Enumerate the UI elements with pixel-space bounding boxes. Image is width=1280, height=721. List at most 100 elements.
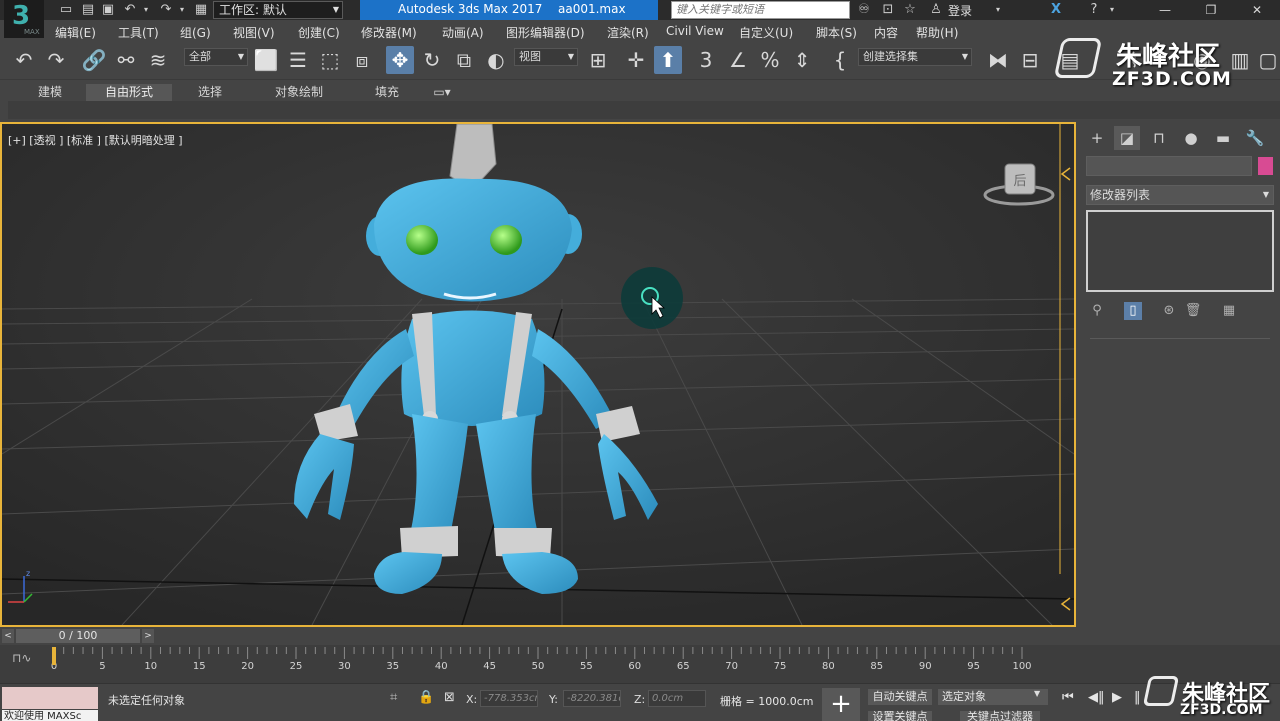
- selection-filter-dropdown[interactable]: 全部 ▼: [184, 48, 248, 66]
- redo-dropdown-icon[interactable]: ▾: [174, 2, 190, 18]
- viewport-label[interactable]: [+] [透视 ] [标准 ] [默认明暗处理 ]: [8, 132, 183, 148]
- next-frame-icon[interactable]: ‖: [1134, 690, 1141, 705]
- link-icon[interactable]: 🔗: [80, 46, 108, 74]
- modifier-list-dropdown[interactable]: 修改器列表 ▼: [1086, 185, 1274, 205]
- align-icon[interactable]: ⊟: [1016, 46, 1044, 74]
- menu-content[interactable]: 内容: [874, 24, 898, 41]
- create-tab-icon[interactable]: +: [1084, 126, 1110, 150]
- mirror-icon[interactable]: ⧓: [984, 46, 1012, 74]
- undo-icon[interactable]: ↶: [122, 2, 138, 18]
- render-frame-icon[interactable]: ▢: [1254, 46, 1280, 74]
- menu-create[interactable]: 创建(C): [298, 24, 340, 41]
- menu-edit[interactable]: 编辑(E): [55, 24, 96, 41]
- undo-icon[interactable]: ↶: [10, 46, 38, 74]
- exchange-icon[interactable]: X: [1048, 2, 1064, 18]
- app-logo[interactable]: 3 MAX: [4, 0, 44, 38]
- select-move-icon[interactable]: ✥: [386, 46, 414, 74]
- binoculars-icon[interactable]: ♾: [856, 2, 872, 18]
- named-selection-dropdown[interactable]: 创建选择集 ▼: [858, 48, 972, 66]
- lock-icon[interactable]: 🔒: [418, 690, 434, 705]
- chevron-down-icon[interactable]: ▾: [1104, 2, 1120, 18]
- menu-modifiers[interactable]: 修改器(M): [361, 24, 417, 41]
- go-to-start-icon[interactable]: ⏮: [1062, 690, 1074, 705]
- save-file-icon[interactable]: ▣: [100, 2, 116, 18]
- help-icon[interactable]: ?: [1086, 2, 1102, 18]
- spinner-snap-icon[interactable]: ⇕: [788, 46, 816, 74]
- menu-view[interactable]: 视图(V): [233, 24, 275, 41]
- modify-tab-icon[interactable]: ◪: [1114, 126, 1140, 150]
- undo-dropdown-icon[interactable]: ▾: [138, 2, 154, 18]
- menu-graph-editors[interactable]: 图形编辑器(D): [506, 24, 585, 41]
- pivot-center-icon[interactable]: ⊞: [584, 46, 612, 74]
- utilities-tab-icon[interactable]: 🔧: [1242, 126, 1268, 150]
- ribbon-options-icon[interactable]: ▭▾: [428, 84, 456, 102]
- ribbon-tab-selection[interactable]: 选择: [182, 84, 238, 102]
- menu-tools[interactable]: 工具(T): [118, 24, 159, 41]
- hierarchy-tab-icon[interactable]: ⊓: [1146, 126, 1172, 150]
- set-key-button[interactable]: 设置关键点: [868, 711, 932, 721]
- menu-civil-view[interactable]: Civil View: [666, 24, 724, 38]
- show-end-result-icon[interactable]: ▯: [1124, 302, 1142, 320]
- select-scale-icon[interactable]: ⧉: [450, 46, 478, 74]
- search-input[interactable]: 键入关键字或短语: [671, 1, 850, 19]
- object-name-field[interactable]: [1086, 156, 1252, 176]
- menu-scripting[interactable]: 脚本(S): [816, 24, 857, 41]
- previous-frame-icon[interactable]: ◀‖: [1088, 690, 1105, 705]
- redo-icon[interactable]: ↷: [158, 2, 174, 18]
- star-icon[interactable]: ☆: [902, 2, 918, 18]
- project-folder-icon[interactable]: ▦: [193, 2, 209, 18]
- auto-key-button[interactable]: 自动关键点: [868, 689, 932, 705]
- set-key-big-button[interactable]: +: [822, 688, 860, 721]
- subscription-icon[interactable]: ⊡: [880, 2, 896, 18]
- reference-coordinate-dropdown[interactable]: 视图 ▼: [514, 48, 578, 66]
- chevron-down-icon[interactable]: ▾: [990, 2, 1006, 18]
- remove-modifier-icon[interactable]: 🗑: [1184, 302, 1202, 320]
- absolute-mode-icon[interactable]: ⊠: [444, 690, 455, 705]
- play-icon[interactable]: ▶: [1112, 690, 1122, 705]
- keyboard-shortcut-override-icon[interactable]: ⬆: [654, 46, 682, 74]
- select-object-icon[interactable]: ⬜: [252, 46, 280, 74]
- maxscript-listener[interactable]: [2, 687, 98, 709]
- maximize-button[interactable]: ❐: [1188, 0, 1234, 20]
- isolate-selection-icon[interactable]: ⌗: [390, 690, 397, 705]
- z-coordinate-field[interactable]: 0.0cm: [648, 690, 706, 707]
- select-rotate-icon[interactable]: ↻: [418, 46, 446, 74]
- menu-rendering[interactable]: 渲染(R): [607, 24, 649, 41]
- selected-object-dropdown[interactable]: 选定对象: [938, 689, 1048, 705]
- select-by-name-icon[interactable]: ☰: [284, 46, 312, 74]
- menu-help[interactable]: 帮助(H): [916, 24, 958, 41]
- y-coordinate-field[interactable]: -8220.381c: [563, 690, 621, 707]
- ribbon-tab-populate[interactable]: 填充: [362, 84, 412, 102]
- object-color-swatch[interactable]: [1258, 157, 1273, 175]
- placement-icon[interactable]: ◐: [482, 46, 510, 74]
- time-slider-prev[interactable]: <: [2, 629, 14, 643]
- unlink-icon[interactable]: ⚯: [112, 46, 140, 74]
- motion-tab-icon[interactable]: ●: [1178, 126, 1204, 150]
- user-icon[interactable]: ♙: [928, 2, 944, 18]
- make-unique-icon[interactable]: ⊛: [1160, 302, 1178, 320]
- maxscript-output[interactable]: 欢迎使用 MAXSc: [2, 710, 98, 721]
- minimize-button[interactable]: —: [1142, 0, 1188, 20]
- bind-spacewarp-icon[interactable]: ≋: [144, 46, 172, 74]
- workspace-dropdown[interactable]: 工作区: 默认 ▼: [213, 1, 343, 19]
- time-slider-thumb[interactable]: 0 / 100: [16, 629, 140, 643]
- modifier-stack[interactable]: [1086, 210, 1274, 292]
- window-crossing-icon[interactable]: ⧈: [348, 46, 376, 74]
- menu-customize[interactable]: 自定义(U): [739, 24, 793, 41]
- percent-snap-icon[interactable]: %: [756, 46, 784, 74]
- new-file-icon[interactable]: ▭: [58, 2, 74, 18]
- close-button[interactable]: ✕: [1234, 0, 1280, 20]
- open-file-icon[interactable]: ▤: [80, 2, 96, 18]
- select-manipulate-icon[interactable]: ✛: [622, 46, 650, 74]
- menu-animation[interactable]: 动画(A): [442, 24, 484, 41]
- perspective-viewport[interactable]: 后 z [+] [透视 ] [标准 ] [默认明暗处理 ]: [0, 122, 1076, 627]
- display-tab-icon[interactable]: ▬: [1210, 126, 1236, 150]
- ribbon-tab-object-paint[interactable]: 对象绘制: [264, 84, 334, 102]
- edit-named-selection-icon[interactable]: {: [826, 46, 854, 74]
- key-filters-button[interactable]: 关键点过滤器: [960, 711, 1040, 721]
- pin-stack-icon[interactable]: ⚲: [1088, 302, 1106, 320]
- login-label[interactable]: 登录: [948, 2, 972, 19]
- rectangular-selection-icon[interactable]: ⬚: [316, 46, 344, 74]
- menu-group[interactable]: 组(G): [180, 24, 211, 41]
- configure-modifier-sets-icon[interactable]: ▦: [1220, 302, 1238, 320]
